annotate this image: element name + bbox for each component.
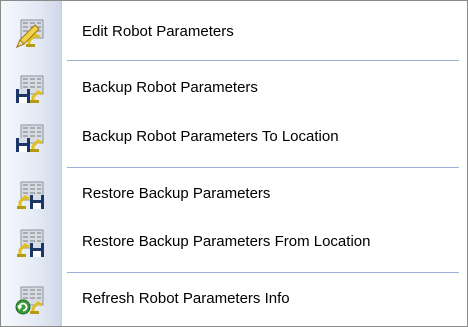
menu-item-backup-to-location[interactable]: Backup Robot Parameters To Location xyxy=(1,114,467,160)
menu-item-edit-robot-parameters[interactable]: Edit Robot Parameters xyxy=(1,9,467,55)
menu-separator xyxy=(67,272,459,273)
edit-parameters-icon xyxy=(15,18,45,48)
menu-separator xyxy=(67,60,459,61)
menu-item-label: Backup Robot Parameters xyxy=(82,79,258,96)
menu-item-restore-backup-parameters[interactable]: Restore Backup Parameters xyxy=(1,171,467,217)
backup-to-location-icon xyxy=(15,123,45,153)
restore-from-location-icon xyxy=(15,228,45,258)
menu-item-label: Restore Backup Parameters xyxy=(82,185,271,202)
menu-item-label: Refresh Robot Parameters Info xyxy=(82,290,290,307)
menu-separator xyxy=(67,167,459,168)
menu-item-refresh-robot-parameters-info[interactable]: Refresh Robot Parameters Info xyxy=(1,276,467,322)
context-menu: Edit Robot Parameters Backup Robot Param… xyxy=(0,0,468,327)
backup-parameters-icon xyxy=(15,74,45,104)
refresh-parameters-icon xyxy=(15,285,45,315)
menu-item-restore-from-location[interactable]: Restore Backup Parameters From Location xyxy=(1,219,467,265)
menu-item-backup-robot-parameters[interactable]: Backup Robot Parameters xyxy=(1,65,467,111)
menu-item-label: Backup Robot Parameters To Location xyxy=(82,128,339,145)
restore-parameters-icon xyxy=(15,180,45,210)
menu-item-label: Restore Backup Parameters From Location xyxy=(82,233,371,250)
menu-item-label: Edit Robot Parameters xyxy=(82,23,234,40)
